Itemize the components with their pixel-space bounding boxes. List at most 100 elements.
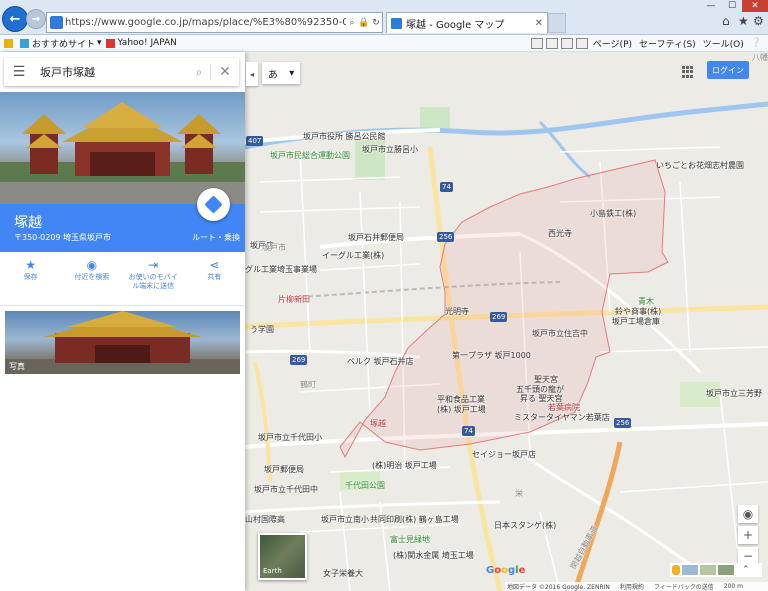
menu-icon[interactable]: ☰ <box>4 64 34 80</box>
map-label[interactable]: 共同印刷(株) 鶴ヶ島工場 <box>370 514 459 525</box>
map-label[interactable]: ベルク 坂戸石井店 <box>347 356 414 367</box>
map-label[interactable]: 女子栄養大 <box>323 568 363 579</box>
map-label[interactable]: イーグル工業(株) <box>322 250 384 261</box>
map-label[interactable]: 西光寺 <box>548 228 572 239</box>
earth-view-toggle[interactable]: Earth <box>258 533 307 580</box>
map-label[interactable]: ミスタータイヤマン若葉店 <box>514 412 610 423</box>
map-label[interactable]: 光明寺 <box>445 306 469 317</box>
place-hero-photo[interactable] <box>0 92 245 204</box>
map-label[interactable]: 坂戸市民総合運動公園 <box>270 150 350 161</box>
photos-tile[interactable]: 写真 <box>5 311 240 374</box>
fav-item-yahoo[interactable]: Yahoo! JAPAN <box>105 38 177 48</box>
map-label[interactable]: 坂戸市立千代田中 <box>254 484 318 495</box>
feedback-link[interactable]: フィードバックの送信 <box>654 582 714 591</box>
map-label[interactable]: 千代田公園 <box>345 480 385 491</box>
map-label[interactable]: 山村国際高 <box>245 514 285 525</box>
map-label[interactable]: 坂戸市立勝呂小 <box>362 144 418 155</box>
command-bar: ページ(P) セーフティ(S) ツール(O) ❔ <box>530 35 764 51</box>
address-bar[interactable]: https://www.google.co.jp/maps/place/%E3%… <box>46 12 383 33</box>
map-label[interactable]: グル工業埼玉事業場 <box>245 264 317 275</box>
imagery-thumb[interactable] <box>700 565 716 575</box>
share-icon: ⋖ <box>209 258 220 272</box>
address-text[interactable]: https://www.google.co.jp/maps/place/%E3%… <box>65 17 346 28</box>
map-label[interactable]: 坂戸工場倉庫 <box>612 316 660 327</box>
map-label[interactable]: 坂戸市立南小 <box>321 514 369 525</box>
menu-tools[interactable]: ツール(O) <box>701 37 746 50</box>
login-button[interactable]: ログイン <box>707 61 749 79</box>
map-label[interactable]: 坂戸市 <box>262 242 286 253</box>
place-panel: ☰ 坂戸市塚越 ⌕ ✕ 塚越 〒350-0209 埼玉県坂戸市 ルート・乗換 ★… <box>0 52 245 591</box>
apps-grid-icon[interactable] <box>682 66 694 78</box>
directions-button[interactable] <box>197 188 230 221</box>
favorites-add-button[interactable] <box>4 38 16 48</box>
map-label[interactable]: 塚越 <box>370 418 386 429</box>
map-label[interactable]: いちごとお花畑志村農園 <box>656 160 744 171</box>
road-shield: 74 <box>462 426 475 436</box>
settings-gear-icon[interactable]: ⚙ <box>753 14 764 28</box>
lock-icon[interactable]: 🔒 <box>358 18 370 28</box>
forward-button[interactable]: → <box>26 9 46 29</box>
tab-close-icon[interactable]: ✕ <box>535 18 543 29</box>
expand-up-icon[interactable]: ⌃ <box>742 565 750 575</box>
mail-icon[interactable] <box>560 37 573 49</box>
map-label[interactable]: 坂戸市立千代田小 <box>258 432 322 443</box>
map-label[interactable]: 日本スタンゲ(株) <box>494 520 556 531</box>
menu-page[interactable]: ページ(P) <box>591 37 634 50</box>
search-icon[interactable]: ⌕ <box>188 65 210 80</box>
map-label[interactable]: 栄 <box>515 488 523 499</box>
refresh-icon[interactable]: ↻ <box>370 18 382 28</box>
save-button[interactable]: ★ 保存 <box>0 258 61 306</box>
back-button[interactable]: ← <box>2 6 28 32</box>
input-language-button[interactable]: あ ▾ <box>262 62 300 84</box>
map-label[interactable]: (株)明治 坂戸工場 <box>372 460 437 471</box>
map-label[interactable]: セイジョー坂戸店 <box>472 449 536 460</box>
map-label[interactable]: 坂戸市立住吉中 <box>532 328 588 339</box>
new-tab-button[interactable] <box>548 13 566 33</box>
map-label[interactable]: 坂戸郵便局 <box>264 464 304 475</box>
browser-tab[interactable]: 塚越 - Google マップ ✕ <box>386 12 548 33</box>
home-icon[interactable]: ⌂ <box>722 14 730 28</box>
place-actions: ★ 保存 ◉ 付近を検索 ⇥ お使いのモバイル端末に送信 ⋖ 共有 <box>0 258 245 306</box>
my-location-button[interactable]: ◉ <box>738 505 758 523</box>
map-label[interactable]: 八幡 <box>752 52 768 63</box>
close-icon[interactable]: ✕ <box>210 64 239 80</box>
share-button[interactable]: ⋖ 共有 <box>184 258 245 306</box>
directions-icon <box>204 195 223 214</box>
map-label[interactable]: (株)関水金属 埼玉工場 <box>393 550 474 561</box>
favorites-star-icon[interactable]: ★ <box>738 14 749 28</box>
place-header: 塚越 〒350-0209 埼玉県坂戸市 ルート・乗換 <box>0 188 245 252</box>
tab-favicon-icon <box>391 17 402 29</box>
fav-item-recommended[interactable]: おすすめサイト ▾ <box>20 37 102 50</box>
help-icon[interactable]: ❔ <box>749 38 764 48</box>
rss-icon[interactable] <box>545 37 558 49</box>
search-input[interactable]: 坂戸市塚越 <box>34 64 188 80</box>
search-dropdown-icon[interactable]: ⌕ <box>346 18 358 28</box>
pegman-icon[interactable] <box>672 565 680 575</box>
map-label[interactable]: 坂戸市立三芳野 <box>706 388 762 399</box>
map-label[interactable]: う学園 <box>250 324 274 335</box>
minimize-button[interactable]: — <box>700 0 722 12</box>
map-label[interactable]: 小島鉄工(株) <box>590 208 636 219</box>
imagery-thumb[interactable] <box>682 565 698 575</box>
menu-safety[interactable]: セーフティ(S) <box>637 37 698 50</box>
directions-label[interactable]: ルート・乗換 <box>192 232 240 243</box>
collapse-panel-button[interactable]: ◂ <box>246 62 258 86</box>
map-label[interactable]: 坂戸石井郵便局 <box>348 232 404 243</box>
place-title: 塚越 <box>14 215 42 231</box>
map-label[interactable]: 片柳新田 <box>278 294 310 305</box>
imagery-thumb[interactable] <box>718 565 734 575</box>
map-label[interactable]: 第一プラザ 坂戸1000 <box>452 350 531 361</box>
close-window-button[interactable]: ✕ <box>742 0 768 12</box>
map-label[interactable]: 坂戸市役所 勝呂公民館 <box>303 131 386 142</box>
search-nearby-button[interactable]: ◉ 付近を検索 <box>61 258 122 306</box>
home-page-icon[interactable] <box>530 37 543 49</box>
map-label[interactable]: 富士見緑地 <box>390 534 430 545</box>
send-to-phone-button[interactable]: ⇥ お使いのモバイル端末に送信 <box>123 258 184 306</box>
terms-link[interactable]: 利用規約 <box>620 582 644 591</box>
zoom-in-button[interactable]: + <box>738 526 758 544</box>
print-icon[interactable] <box>575 37 588 49</box>
scale-label[interactable]: 200 m <box>724 583 743 590</box>
map-label[interactable]: (株) 坂戸工場 <box>437 404 486 415</box>
map-label[interactable]: 鶴町 <box>300 379 316 390</box>
maximize-button[interactable]: ☐ <box>722 0 742 12</box>
